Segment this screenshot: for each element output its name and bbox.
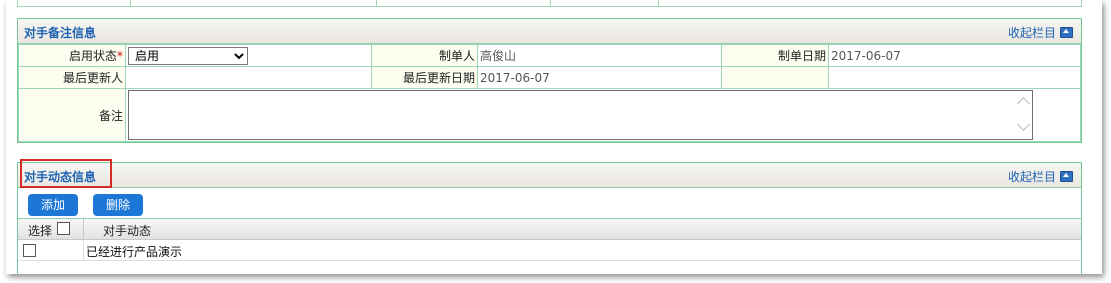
dynamics-collapse-button[interactable]: 收起栏目 (1008, 168, 1073, 185)
column-divider (83, 240, 84, 260)
form-row: 最后更新人 最后更新日期 2017-06-07 (18, 66, 1081, 89)
dynamics-section-header: 对手动态信息 收起栏目 (18, 163, 1081, 188)
notes-textarea[interactable] (128, 90, 1033, 140)
remarks-collapse-button[interactable]: 收起栏目 (1008, 24, 1073, 41)
enable-status-select[interactable]: 启用 (128, 46, 248, 65)
collapse-up-icon (1060, 27, 1073, 38)
previous-section-bottom (17, 0, 1082, 7)
row-checkbox[interactable] (23, 244, 36, 257)
last-update-date-value: 2017-06-07 (477, 66, 722, 89)
select-column-header: 选择 (28, 224, 53, 238)
enable-status-label-cell: 启用状态* (18, 44, 126, 67)
window-frame: 对手备注信息 收起栏目 启用状态* 启用 制单人 高俊山 制单日期 2017-0… (6, 0, 1102, 274)
dynamic-column-header: 对手动态 (103, 224, 152, 238)
column-divider (83, 219, 84, 239)
remarks-collapse-label: 收起栏目 (1007, 26, 1056, 40)
row-dynamic-text: 已经进行产品演示 (86, 245, 183, 259)
dynamics-grid-header: 选择 对手动态 (18, 219, 1081, 240)
last-updater-label: 最后更新人 (18, 66, 126, 89)
add-button[interactable]: 添加 (28, 194, 78, 216)
remarks-section: 对手备注信息 收起栏目 启用状态* 启用 制单人 高俊山 制单日期 2017-0… (17, 18, 1082, 143)
delete-button[interactable]: 删除 (93, 194, 143, 216)
form-row: 备注 (18, 88, 1081, 142)
create-date-label: 制单日期 (721, 44, 829, 67)
dynamics-toolbar: 添加 删除 (18, 188, 1081, 219)
creator-value: 高俊山 (477, 44, 722, 67)
creator-label: 制单人 (371, 44, 478, 67)
enable-status-label: 启用状态 (68, 49, 117, 63)
remarks-form: 启用状态* 启用 制单人 高俊山 制单日期 2017-06-07 最后更新人 最… (18, 44, 1081, 142)
dynamics-section: 对手动态信息 收起栏目 添加 删除 选择 对手动态 已经进行产品演示 (17, 162, 1082, 274)
dynamics-collapse-label: 收起栏目 (1007, 170, 1056, 184)
remarks-section-header: 对手备注信息 收起栏目 (18, 19, 1081, 44)
notes-cell (125, 88, 1081, 142)
last-update-date-label: 最后更新日期 (371, 66, 478, 89)
last-updater-value (125, 66, 372, 89)
table-row[interactable]: 已经进行产品演示 (18, 240, 1081, 261)
empty-label-cell (721, 66, 829, 89)
select-all-checkbox[interactable] (57, 222, 70, 235)
form-row: 启用状态* 启用 制单人 高俊山 制单日期 2017-06-07 (18, 44, 1081, 67)
scroll-up-icon[interactable] (1017, 97, 1030, 110)
notes-label: 备注 (18, 88, 126, 142)
remarks-section-title: 对手备注信息 (24, 26, 97, 40)
collapse-up-icon (1060, 171, 1073, 182)
scroll-down-icon[interactable] (1017, 118, 1030, 131)
required-mark: * (117, 49, 123, 63)
title-highlight-box (20, 159, 112, 188)
enable-status-cell: 启用 (125, 44, 372, 67)
empty-value-cell (828, 66, 1081, 89)
create-date-value: 2017-06-07 (828, 44, 1081, 67)
